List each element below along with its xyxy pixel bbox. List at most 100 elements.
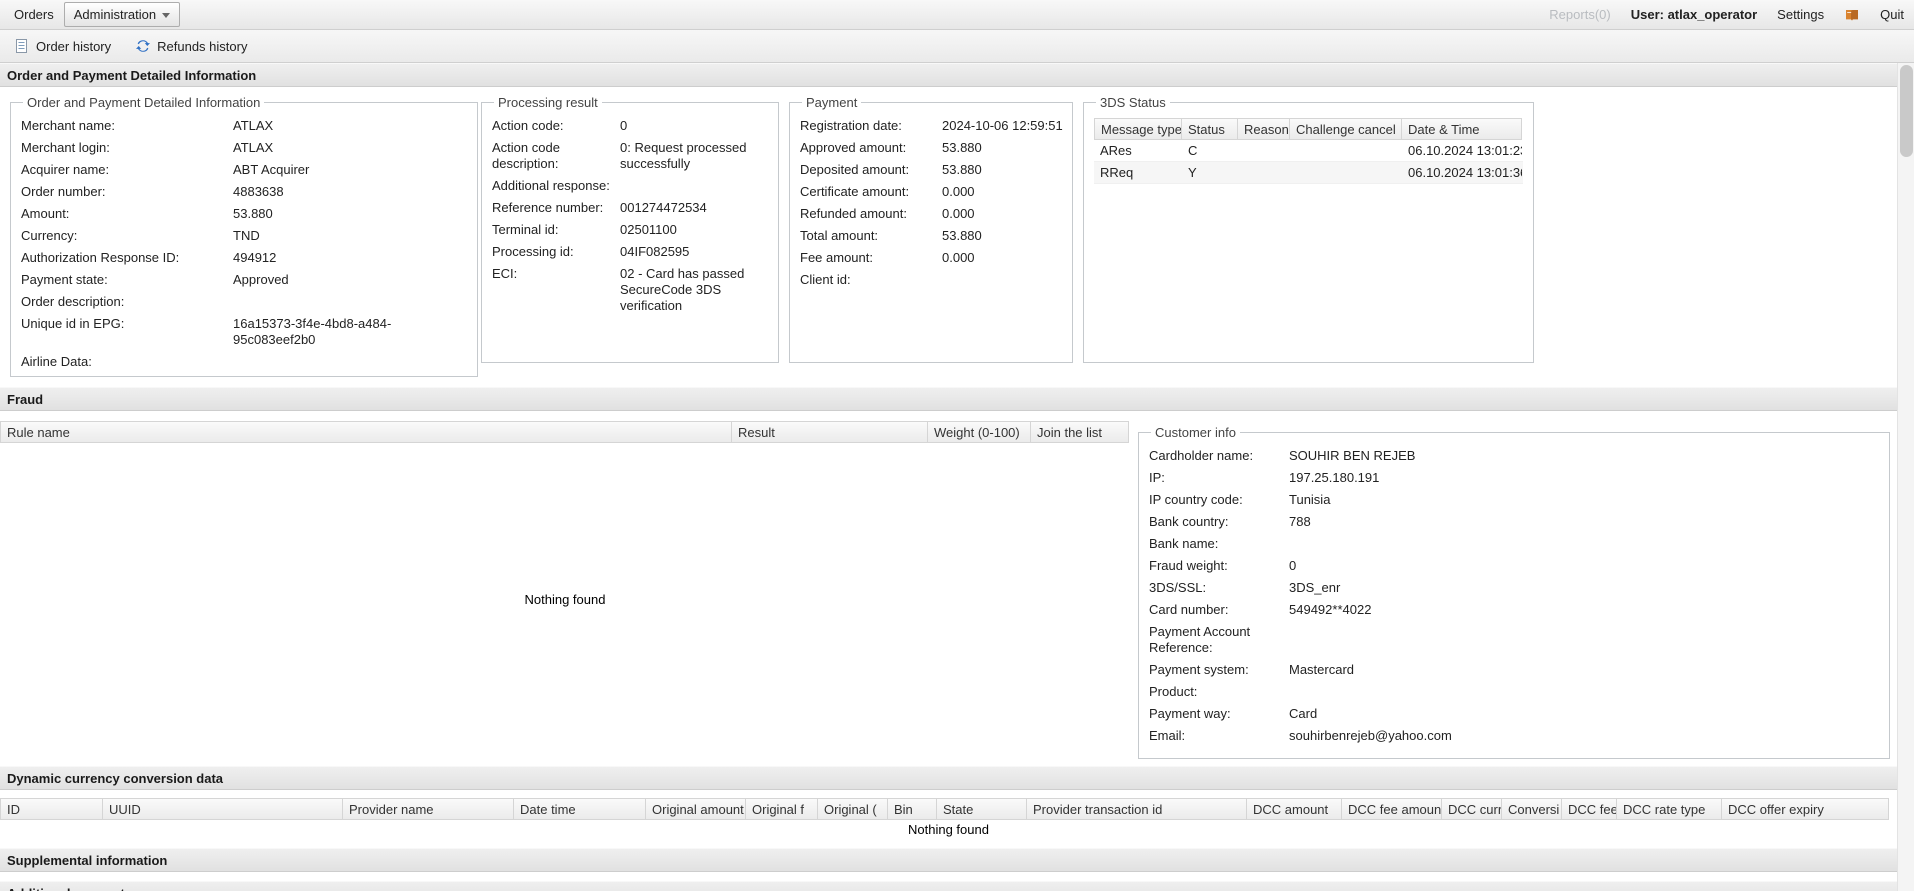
field-row: Action code: 0 xyxy=(492,118,774,134)
field-row: Payment system: Mastercard xyxy=(1149,662,1885,678)
field-value: 53.880 xyxy=(942,140,1068,156)
spacer xyxy=(0,872,1897,881)
menu-orders-label: Orders xyxy=(14,7,54,22)
field-row: Currency: TND xyxy=(21,228,473,244)
section-title: Order and Payment Detailed Information xyxy=(7,68,256,83)
scrollbar-thumb[interactable] xyxy=(1900,65,1913,157)
column-header[interactable]: Provider name xyxy=(343,798,514,820)
menu-administration[interactable]: Administration xyxy=(64,2,180,27)
column-header[interactable]: DCC fee xyxy=(1562,798,1617,820)
menubar-right: Reports(0) User: atlax_operator Settings… xyxy=(1549,7,1904,23)
column-header[interactable]: Bin xyxy=(888,798,937,820)
column-header[interactable]: Join the list xyxy=(1031,421,1129,443)
column-header[interactable]: Rule name xyxy=(0,421,732,443)
field-value: souhirbenrejeb@yahoo.com xyxy=(1289,728,1885,744)
fieldset-processing-result-legend: Processing result xyxy=(494,95,602,110)
table-row[interactable]: ARes C 06.10.2024 13:01:23 xyxy=(1094,140,1523,162)
field-label: Approved amount: xyxy=(800,140,942,156)
field-row: Certificate amount: 0.000 xyxy=(800,184,1068,200)
table-row[interactable]: RReq Y 06.10.2024 13:01:36 xyxy=(1094,162,1523,184)
field-label: Action code: xyxy=(492,118,620,134)
section-header-supplemental: Supplemental information xyxy=(0,848,1897,872)
field-row: Airline Data: xyxy=(21,354,473,370)
field-label: Deposited amount: xyxy=(800,162,942,178)
column-header[interactable]: DCC fee amount xyxy=(1342,798,1442,820)
field-value: 02 - Card has passed SecureCode 3DS veri… xyxy=(620,266,774,314)
order-details-panel: Order and Payment Detailed Information M… xyxy=(0,87,1897,387)
field-label: Email: xyxy=(1149,728,1289,744)
column-header[interactable]: DCC offer expiry xyxy=(1722,798,1889,820)
column-header[interactable]: DCC rate type xyxy=(1617,798,1722,820)
threeds-table-body: ARes C 06.10.2024 13:01:23 RReq Y xyxy=(1094,140,1523,184)
field-value: ABT Acquirer xyxy=(233,162,473,178)
cell-reason xyxy=(1238,140,1290,161)
field-value: 0 xyxy=(620,118,774,134)
field-label: Order number: xyxy=(21,184,233,200)
menu-orders[interactable]: Orders xyxy=(4,2,64,27)
field-row: Deposited amount: 53.880 xyxy=(800,162,1068,178)
menu-quit[interactable]: Quit xyxy=(1880,7,1904,22)
field-row: Action code description: 0: Request proc… xyxy=(492,140,774,172)
column-header[interactable]: DCC curr xyxy=(1442,798,1502,820)
field-row: ECI: 02 - Card has passed SecureCode 3DS… xyxy=(492,266,774,314)
dcc-panel: ID UUID Provider name Date time Original… xyxy=(0,790,1897,848)
field-label: 3DS/SSL: xyxy=(1149,580,1289,596)
field-row: Registration date: 2024-10-06 12:59:51 xyxy=(800,118,1068,134)
field-label: Reference number: xyxy=(492,200,620,216)
order-history-button[interactable]: Order history xyxy=(6,34,119,58)
column-header[interactable]: Original amount xyxy=(646,798,746,820)
column-header[interactable]: Challenge cancel xyxy=(1290,118,1402,140)
column-header[interactable]: Provider transaction id xyxy=(1027,798,1247,820)
field-label: Bank name: xyxy=(1149,536,1289,552)
column-header[interactable]: Conversi xyxy=(1502,798,1562,820)
fraud-table-empty: Nothing found xyxy=(0,443,1130,755)
field-row: Payment way: Card xyxy=(1149,706,1885,722)
field-value: 02501100 xyxy=(620,222,774,238)
field-value: 0: Request processed successfully xyxy=(620,140,774,172)
cell-message-type: ARes xyxy=(1094,140,1182,161)
field-value: 788 xyxy=(1289,514,1885,530)
field-label: IP: xyxy=(1149,470,1289,486)
section-title: Additional parameters xyxy=(7,886,144,891)
column-header[interactable]: Date & Time xyxy=(1402,118,1522,140)
section-header-additional: Additional parameters xyxy=(0,881,1897,891)
field-row: Order description: xyxy=(21,294,473,310)
field-row: Processing id: 04IF082595 xyxy=(492,244,774,260)
section-title: Fraud xyxy=(7,392,43,407)
column-header[interactable]: ID xyxy=(0,798,103,820)
toolbar: Order history Refunds history xyxy=(0,30,1914,63)
cell-date-time: 06.10.2024 13:01:23 xyxy=(1402,140,1522,161)
field-value: Mastercard xyxy=(1289,662,1885,678)
payment-fields: Registration date: 2024-10-06 12:59:51 A… xyxy=(800,118,1068,288)
column-header[interactable]: DCC amount xyxy=(1247,798,1342,820)
field-label: Fraud weight: xyxy=(1149,558,1289,574)
field-row: Merchant name: ATLAX xyxy=(21,118,473,134)
column-header[interactable]: UUID xyxy=(103,798,343,820)
fieldset-payment-legend: Payment xyxy=(802,95,861,110)
cell-status: C xyxy=(1182,140,1238,161)
field-label: IP country code: xyxy=(1149,492,1289,508)
column-header[interactable]: Weight (0-100) xyxy=(928,421,1031,443)
threeds-table: Message type Status Reason Challenge can… xyxy=(1094,118,1523,184)
column-header[interactable]: Original f xyxy=(746,798,818,820)
column-header[interactable]: Status xyxy=(1182,118,1238,140)
column-header[interactable]: Result xyxy=(732,421,928,443)
column-header[interactable]: Reason xyxy=(1238,118,1290,140)
user-label: User: atlax_operator xyxy=(1631,7,1757,22)
vertical-scrollbar[interactable] xyxy=(1897,63,1914,891)
column-header[interactable]: Message type xyxy=(1094,118,1182,140)
refunds-history-button[interactable]: Refunds history xyxy=(127,34,255,58)
field-value: 001274472534 xyxy=(620,200,774,216)
column-header[interactable]: Original ( xyxy=(818,798,888,820)
column-header[interactable]: State xyxy=(937,798,1027,820)
section-header-dcc: Dynamic currency conversion data xyxy=(0,766,1897,790)
field-value: 0.000 xyxy=(942,250,1068,266)
field-label: Payment state: xyxy=(21,272,233,288)
menu-settings[interactable]: Settings xyxy=(1777,7,1824,22)
field-label: Payment way: xyxy=(1149,706,1289,722)
column-header[interactable]: Date time xyxy=(514,798,646,820)
customer-info-fields: Cardholder name: SOUHIR BEN REJEB IP: 19… xyxy=(1149,448,1885,744)
field-row: Email: souhirbenrejeb@yahoo.com xyxy=(1149,728,1885,744)
field-row: Authorization Response ID: 494912 xyxy=(21,250,473,266)
manual-book-icon[interactable] xyxy=(1844,7,1860,23)
